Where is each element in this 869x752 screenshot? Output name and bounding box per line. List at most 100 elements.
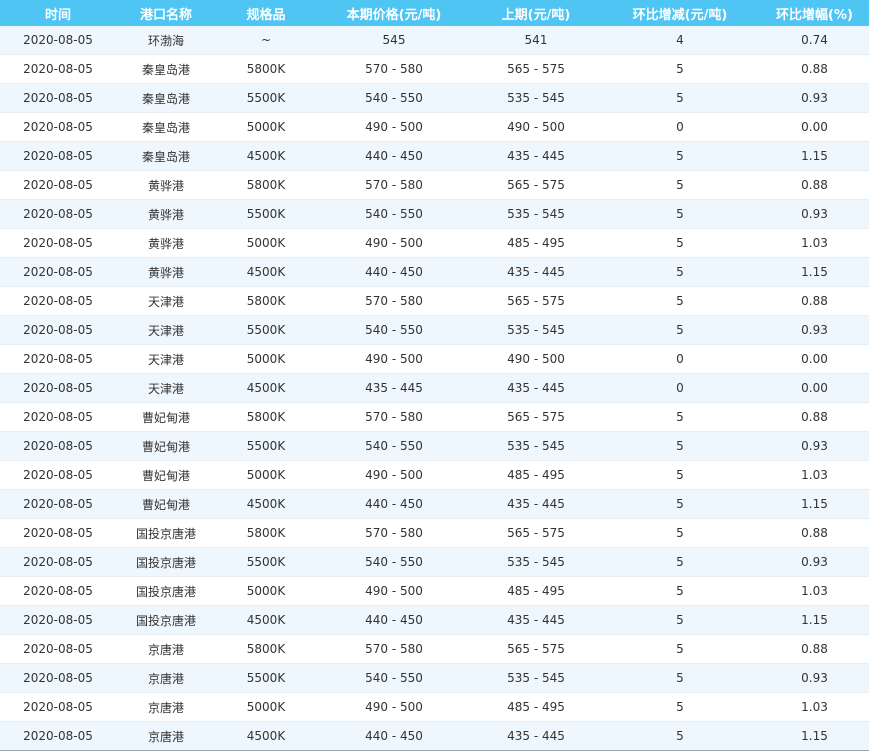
table-row[interactable]: 2020-08-05 曹妃甸港 5800K 570 - 580 565 - 575 5 0.…: [0, 402, 869, 432]
cell-previous-price: 565 - 575: [472, 402, 600, 432]
cell-current-price: 570 - 580: [316, 54, 472, 84]
table-row[interactable]: 2020-08-05 黄骅港 5500K 540 - 550 535 - 545 5 0.9…: [0, 199, 869, 229]
cell-date: 2020-08-05: [0, 315, 116, 345]
header-spec[interactable]: 规格品: [216, 0, 316, 26]
cell-change-amount: 5: [600, 489, 760, 519]
cell-change-amount: 5: [600, 257, 760, 287]
header-date[interactable]: 时间: [0, 0, 116, 26]
header-change-amount[interactable]: 环比增减(元/吨): [600, 0, 760, 26]
cell-spec: 4500K: [216, 721, 316, 751]
table-row[interactable]: 2020-08-05 国投京唐港 4500K 440 - 450 435 - 445 5 1…: [0, 605, 869, 635]
cell-current-price: 490 - 500: [316, 460, 472, 490]
cell-port-name: 秦皇岛港: [116, 141, 216, 171]
cell-spec: 5500K: [216, 663, 316, 693]
cell-spec: 5000K: [216, 460, 316, 490]
cell-current-price: 570 - 580: [316, 402, 472, 432]
table-row[interactable]: 2020-08-05 国投京唐港 5500K 540 - 550 535 - 545 5 0…: [0, 547, 869, 577]
table-row[interactable]: 2020-08-05 黄骅港 5800K 570 - 580 565 - 575 5 0.8…: [0, 170, 869, 200]
cell-date: 2020-08-05: [0, 373, 116, 403]
cell-spec: 5000K: [216, 692, 316, 722]
table-row[interactable]: 2020-08-05 黄骅港 4500K 440 - 450 435 - 445 5 1.1…: [0, 257, 869, 287]
cell-spec: 4500K: [216, 257, 316, 287]
cell-change-amount: 5: [600, 402, 760, 432]
table-row[interactable]: 2020-08-05 国投京唐港 5000K 490 - 500 485 - 495 5 1…: [0, 576, 869, 606]
cell-change-percent: 1.03: [760, 228, 869, 258]
table-row[interactable]: 2020-08-05 环渤海 ~545 541 4 0.74: [0, 26, 869, 55]
cell-port-name: 曹妃甸港: [116, 431, 216, 461]
table-row[interactable]: 2020-08-05 曹妃甸港 5500K 540 - 550 535 - 545 5 0.…: [0, 431, 869, 461]
cell-date: 2020-08-05: [0, 518, 116, 548]
table-row[interactable]: 2020-08-05 天津港 5000K 490 - 500 490 - 500 0 0.0…: [0, 344, 869, 374]
cell-change-percent: 0.00: [760, 344, 869, 374]
table-row[interactable]: 2020-08-05 秦皇岛港 5000K 490 - 500 490 - 500 0 0.…: [0, 112, 869, 142]
cell-spec: 4500K: [216, 141, 316, 171]
header-port-name[interactable]: 港口名称: [116, 0, 216, 26]
cell-date: 2020-08-05: [0, 402, 116, 432]
table-row[interactable]: 2020-08-05 曹妃甸港 5000K 490 - 500 485 - 495 5 1.…: [0, 460, 869, 490]
cell-previous-price: 435 - 445: [472, 257, 600, 287]
cell-port-name: 曹妃甸港: [116, 402, 216, 432]
table-row[interactable]: 2020-08-05 京唐港 5500K 540 - 550 535 - 545 5 0.9…: [0, 663, 869, 693]
header-current-price[interactable]: 本期价格(元/吨): [316, 0, 472, 26]
cell-previous-price: 485 - 495: [472, 576, 600, 606]
table-row[interactable]: 2020-08-05 曹妃甸港 4500K 440 - 450 435 - 445 5 1.…: [0, 489, 869, 519]
cell-current-price: 440 - 450: [316, 605, 472, 635]
table-row[interactable]: 2020-08-05 京唐港 5000K 490 - 500 485 - 495 5 1.0…: [0, 692, 869, 722]
cell-current-price: 540 - 550: [316, 547, 472, 577]
table-row[interactable]: 2020-08-05 秦皇岛港 5800K 570 - 580 565 - 575 5 0.…: [0, 54, 869, 84]
cell-spec: 5000K: [216, 228, 316, 258]
cell-spec: 4500K: [216, 489, 316, 519]
cell-change-percent: 0.88: [760, 634, 869, 664]
cell-current-price: 490 - 500: [316, 692, 472, 722]
cell-port-name: 天津港: [116, 373, 216, 403]
cell-change-percent: 0.74: [760, 26, 869, 55]
cell-date: 2020-08-05: [0, 344, 116, 374]
cell-spec: 5500K: [216, 83, 316, 113]
cell-port-name: 天津港: [116, 315, 216, 345]
cell-change-amount: 5: [600, 576, 760, 606]
cell-current-price: 490 - 500: [316, 344, 472, 374]
table-row[interactable]: 2020-08-05 国投京唐港 5800K 570 - 580 565 - 575 5 0…: [0, 518, 869, 548]
cell-date: 2020-08-05: [0, 286, 116, 316]
cell-date: 2020-08-05: [0, 54, 116, 84]
cell-date: 2020-08-05: [0, 576, 116, 606]
table-row[interactable]: 2020-08-05 天津港 5800K 570 - 580 565 - 575 5 0.8…: [0, 286, 869, 316]
cell-date: 2020-08-05: [0, 199, 116, 229]
table-row[interactable]: 2020-08-05 京唐港 5800K 570 - 580 565 - 575 5 0.8…: [0, 634, 869, 664]
cell-date: 2020-08-05: [0, 489, 116, 519]
cell-change-percent: 1.03: [760, 692, 869, 722]
table-row[interactable]: 2020-08-05 天津港 4500K 435 - 445 435 - 445 0 0.0…: [0, 373, 869, 403]
cell-change-amount: 0: [600, 344, 760, 374]
cell-change-percent: 1.03: [760, 460, 869, 490]
cell-spec: 5500K: [216, 431, 316, 461]
table-row[interactable]: 2020-08-05 秦皇岛港 5500K 540 - 550 535 - 545 5 0.…: [0, 83, 869, 113]
cell-previous-price: 541: [472, 26, 600, 55]
cell-port-name: 国投京唐港: [116, 605, 216, 635]
cell-change-percent: 1.15: [760, 489, 869, 519]
cell-change-percent: 0.88: [760, 518, 869, 548]
cell-port-name: 京唐港: [116, 692, 216, 722]
cell-port-name: 天津港: [116, 286, 216, 316]
table-row[interactable]: 2020-08-05 天津港 5500K 540 - 550 535 - 545 5 0.9…: [0, 315, 869, 345]
cell-port-name: 京唐港: [116, 663, 216, 693]
cell-previous-price: 490 - 500: [472, 112, 600, 142]
cell-port-name: 黄骅港: [116, 228, 216, 258]
cell-change-percent: 1.15: [760, 257, 869, 287]
cell-date: 2020-08-05: [0, 721, 116, 751]
header-change-percent[interactable]: 环比增幅(%): [760, 0, 869, 26]
cell-current-price: 570 - 580: [316, 286, 472, 316]
cell-change-amount: 5: [600, 315, 760, 345]
table-row[interactable]: 2020-08-05 秦皇岛港 4500K 440 - 450 435 - 445 5 1.…: [0, 141, 869, 171]
header-row: 时间 港口名称 规格品 本期价格(元/吨) 上期(元/吨) 环比增减(元/吨) …: [0, 0, 869, 26]
cell-spec: 5000K: [216, 344, 316, 374]
table-row[interactable]: 2020-08-05 京唐港 4500K 440 - 450 435 - 445 5 1.1…: [0, 721, 869, 751]
table-row[interactable]: 2020-08-05 黄骅港 5000K 490 - 500 485 - 495 5 1.0…: [0, 228, 869, 258]
cell-port-name: 黄骅港: [116, 170, 216, 200]
header-previous-price[interactable]: 上期(元/吨): [472, 0, 600, 26]
cell-change-amount: 5: [600, 170, 760, 200]
cell-previous-price: 485 - 495: [472, 692, 600, 722]
table-body: 2020-08-05 环渤海 ~545 541 4 0.74 2020-08-05 秦皇岛港 5…: [0, 26, 869, 751]
cell-date: 2020-08-05: [0, 26, 116, 55]
cell-spec: 5800K: [216, 518, 316, 548]
cell-change-percent: 1.15: [760, 605, 869, 635]
